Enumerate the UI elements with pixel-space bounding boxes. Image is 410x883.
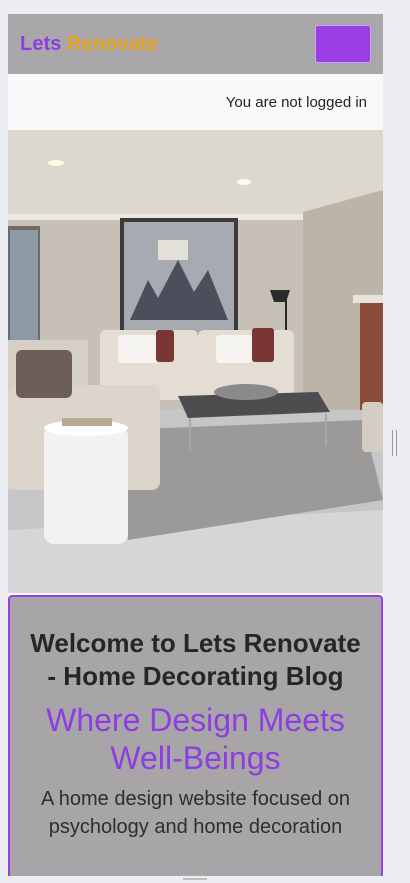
login-status-bar: You are not logged in bbox=[8, 74, 383, 130]
welcome-title: Welcome to Lets Renovate - Home Decorati… bbox=[30, 628, 361, 691]
bottom-resize-handle[interactable] bbox=[183, 878, 207, 880]
welcome-subtitle: Where Design Meets Well-Beings bbox=[46, 702, 345, 776]
living-room-illustration bbox=[8, 130, 383, 593]
welcome-description: A home design website focused on psychol… bbox=[40, 788, 351, 838]
navbar: Lets Renovate bbox=[8, 14, 383, 74]
brand-logo[interactable]: Lets Renovate bbox=[20, 33, 158, 56]
navbar-toggler-button[interactable] bbox=[315, 25, 371, 63]
welcome-card: Welcome to Lets Renovate - Home Decorati… bbox=[8, 595, 383, 876]
brand-part-lets: Lets bbox=[20, 32, 62, 55]
hero-image bbox=[8, 130, 383, 593]
brand-part-renovate: Renovate bbox=[67, 32, 159, 55]
page-viewport: Lets Renovate You are not logged in Welc… bbox=[8, 14, 383, 876]
resize-handle[interactable] bbox=[392, 430, 397, 456]
login-status-text: You are not logged in bbox=[225, 93, 367, 111]
